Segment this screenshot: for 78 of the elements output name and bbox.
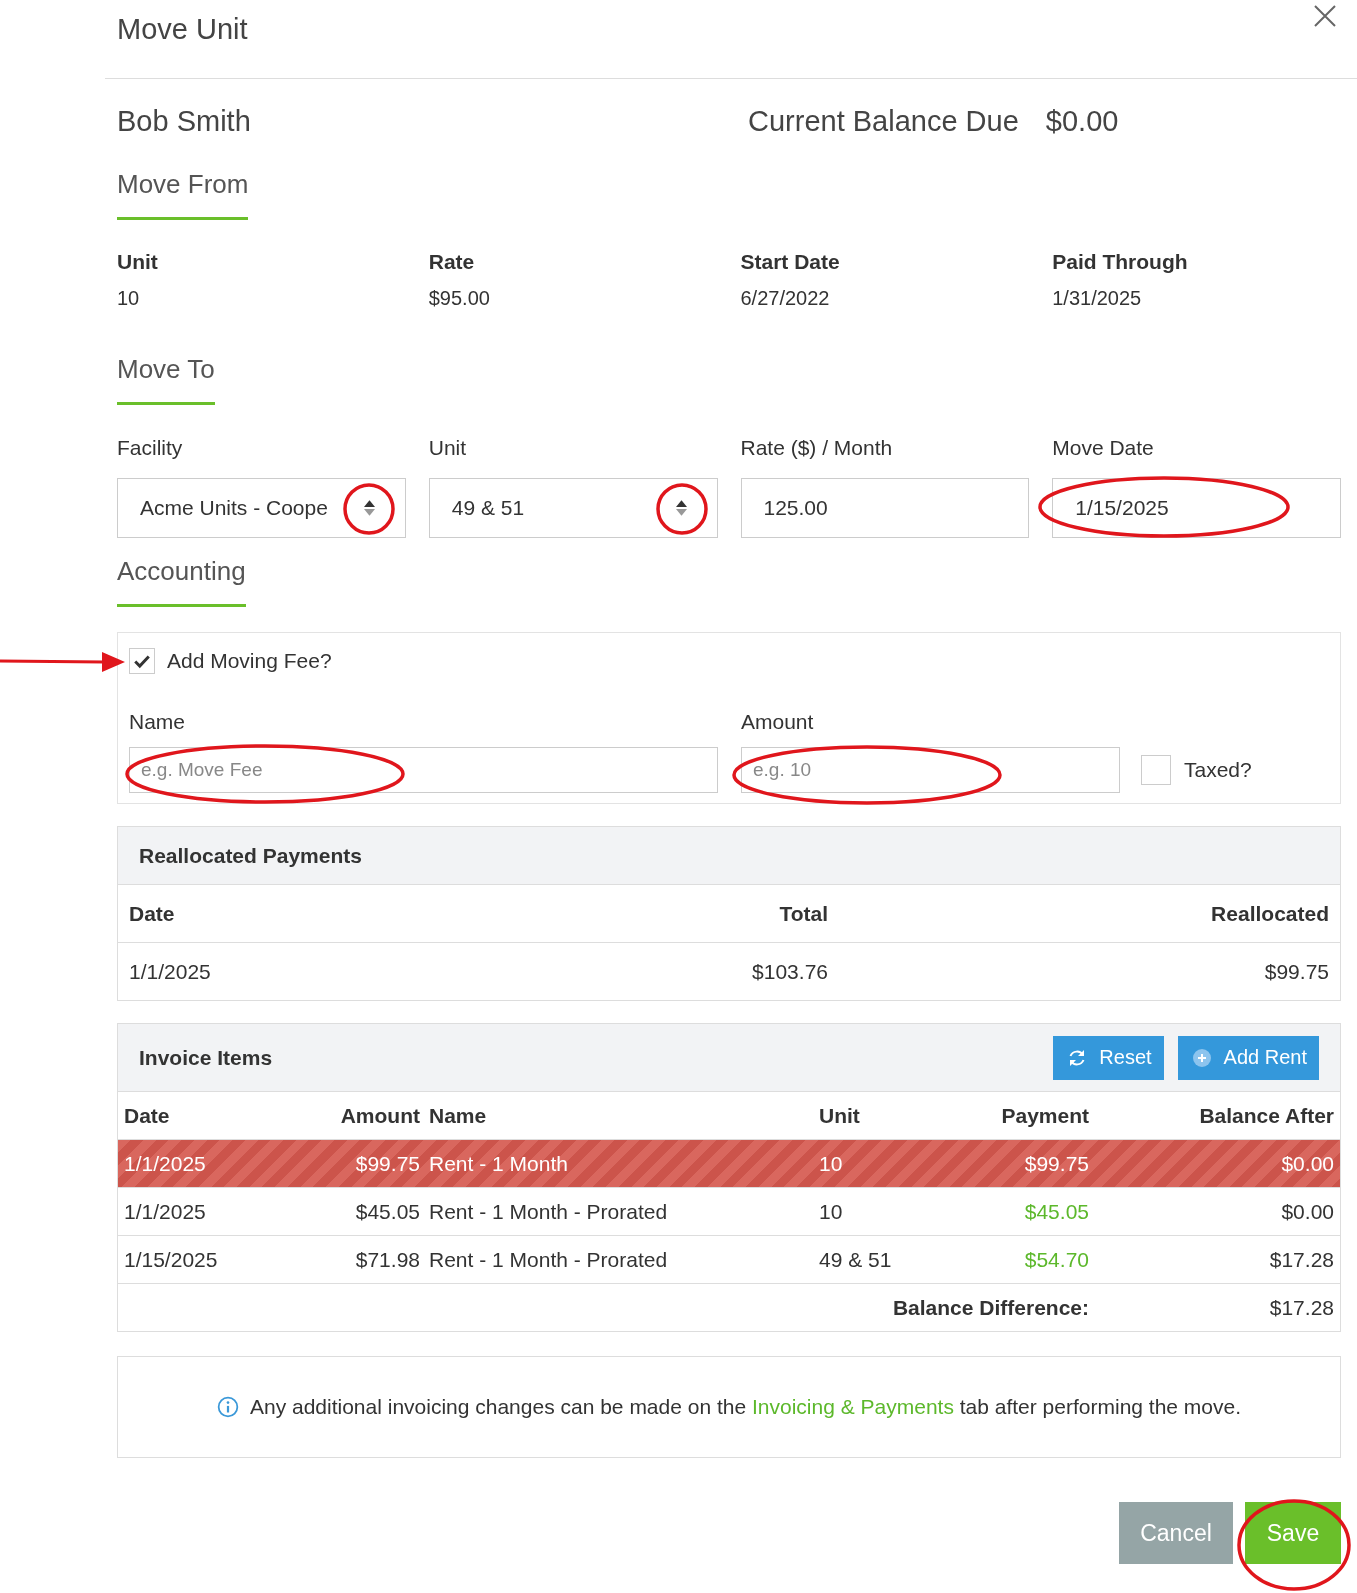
table-cell-text: $99.75	[1263, 959, 1329, 984]
field-value: 1/31/2025	[1052, 287, 1143, 310]
checkbox[interactable]	[1141, 755, 1171, 785]
column-header: Date	[129, 901, 176, 926]
dialog-title: Move Unit	[117, 13, 248, 46]
table-cell-text: $0.00	[1280, 1199, 1334, 1224]
section-heading: Accounting	[117, 556, 246, 607]
balance-difference-value: $17.28	[1268, 1295, 1334, 1320]
table-cell-text: $17.28	[1268, 1247, 1334, 1272]
section-heading: Move From	[117, 169, 249, 220]
reset-button[interactable]: Reset	[1053, 1035, 1164, 1080]
panel-title: Reallocated Payments	[139, 843, 362, 868]
balance-label: Current Balance Due	[748, 104, 1019, 138]
field-label: Rate	[428, 250, 476, 274]
field-value: 6/27/2022	[740, 287, 831, 310]
table-cell-text: $99.75	[354, 1151, 420, 1176]
field-label: Amount	[741, 710, 815, 734]
field-value: $95.00	[428, 287, 491, 310]
checkbox-label: Taxed?	[1184, 758, 1252, 782]
annotation-circle	[656, 483, 708, 535]
field-label: Move Date	[1052, 436, 1155, 460]
cancel-button[interactable]: Cancel	[1119, 1502, 1233, 1564]
field-label: Paid Through	[1052, 250, 1189, 274]
table-cell-text: 10	[819, 1151, 844, 1176]
column-header: Reallocated	[1210, 901, 1329, 926]
add-rent-button[interactable]: Add Rent	[1177, 1035, 1319, 1080]
field-label: Name	[129, 710, 187, 734]
field-label: Unit	[428, 436, 468, 460]
table-cell-text: Rent - 1 Month - Prorated	[429, 1247, 669, 1272]
table-cell-text: 1/15/2025	[124, 1247, 219, 1272]
select-arrows-icon	[363, 500, 375, 516]
field-label: Rate ($) / Month	[740, 436, 894, 460]
table-cell-text: $0.00	[1280, 1151, 1334, 1176]
table-cell-text: 49 & 51	[819, 1247, 893, 1272]
table-cell-text: 1/1/2025	[124, 1151, 207, 1176]
table-cell-text: $71.98	[354, 1247, 420, 1272]
table-cell-text: 10	[819, 1199, 844, 1224]
section-heading: Move To	[117, 354, 215, 405]
input-field[interactable]: 125.00	[740, 478, 1030, 538]
input-field[interactable]: e.g. Move Fee	[129, 747, 718, 793]
checkbox-label: Add Moving Fee?	[167, 649, 332, 673]
table-cell-text: $99.75	[1023, 1151, 1089, 1176]
table-cell-text: $103.76	[751, 959, 828, 984]
info-icon	[216, 1396, 239, 1418]
select-field[interactable]: Acme Units - Coope	[117, 478, 406, 538]
column-header: Balance After	[1198, 1103, 1334, 1128]
table-cell-text: 1/1/2025	[124, 1199, 207, 1224]
table-cell-text: $54.70	[1023, 1247, 1089, 1272]
select-arrows-icon	[675, 500, 687, 516]
checkbox[interactable]	[129, 648, 155, 674]
select-field[interactable]: 49 & 51	[428, 478, 718, 538]
plus-circle-icon	[1191, 1047, 1212, 1068]
close-icon[interactable]	[1313, 4, 1337, 28]
panel-title: Invoice Items	[139, 1045, 273, 1070]
field-label: Unit	[117, 250, 159, 274]
input-field[interactable]: 1/15/2025	[1052, 478, 1341, 538]
table-cell-text: Rent - 1 Month	[429, 1151, 569, 1176]
tenant-name: Bob Smith	[117, 104, 252, 138]
column-header: Payment	[1000, 1103, 1089, 1128]
table-cell-text: Rent - 1 Month - Prorated	[429, 1199, 669, 1224]
column-header: Name	[429, 1103, 488, 1128]
balance-difference-label: Balance Difference:	[891, 1295, 1089, 1320]
column-header: Total	[778, 901, 828, 926]
input-field[interactable]: e.g. 10	[741, 747, 1120, 793]
table-cell-text: $45.05	[354, 1199, 420, 1224]
balance-amount: $0.00	[1045, 104, 1119, 138]
field-label: Start Date	[740, 250, 841, 274]
table-cell-text: 1/1/2025	[129, 959, 212, 984]
field-value: 10	[117, 287, 141, 310]
column-header: Unit	[819, 1103, 861, 1128]
notice-text: Any additional invoicing changes can be made on the Invoicing & Payments tab after performing the move.	[249, 1395, 1242, 1419]
column-header: Date	[124, 1103, 171, 1128]
field-label: Facility	[117, 436, 184, 460]
save-button[interactable]: Save	[1245, 1502, 1341, 1564]
invoicing-link[interactable]: Invoicing & Payments	[751, 1395, 954, 1418]
table-cell-text: $45.05	[1023, 1199, 1089, 1224]
column-header: Amount	[339, 1103, 420, 1128]
annotation-circle	[343, 483, 395, 535]
